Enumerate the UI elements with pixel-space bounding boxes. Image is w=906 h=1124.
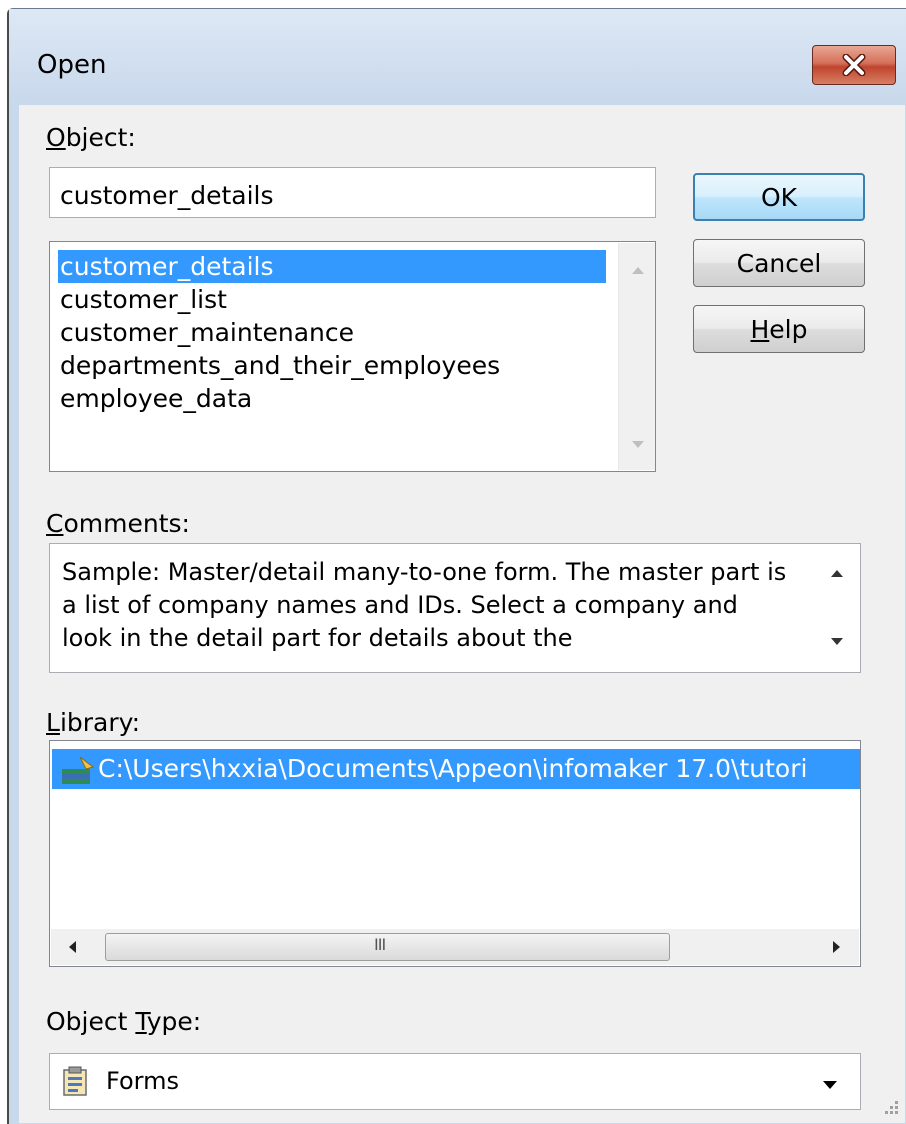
list-item[interactable]: customer_details — [58, 250, 606, 283]
scroll-down-icon[interactable] — [632, 441, 644, 448]
list-item[interactable]: employee_data — [58, 382, 252, 415]
dialog-window: Open Object: customer_details customer_d… — [7, 8, 906, 1124]
scroll-grip: III — [374, 935, 386, 954]
list-item[interactable]: customer_list — [58, 283, 227, 316]
object-type-value: Forms — [106, 1067, 179, 1095]
dialog-client-area: Object: customer_details customer_detail… — [19, 105, 905, 1123]
close-icon — [842, 54, 866, 76]
comments-box[interactable]: Sample: Master/detail many-to-one form. … — [49, 543, 861, 673]
list-item[interactable]: departments_and_their_employees — [58, 349, 500, 382]
cancel-button[interactable]: Cancel — [693, 239, 865, 287]
title-bar[interactable]: Open — [9, 9, 906, 99]
chevron-down-icon[interactable] — [823, 1081, 837, 1089]
object-list-scrollbar[interactable] — [618, 243, 655, 470]
library-path: C:\Users\hxxia\Documents\Appeon\infomake… — [98, 754, 808, 783]
scroll-up-icon[interactable] — [632, 267, 644, 274]
comments-text: Sample: Master/detail many-to-one form. … — [62, 558, 787, 652]
close-button[interactable] — [812, 45, 896, 85]
object-name-value: customer_details — [60, 181, 274, 210]
object-list[interactable]: customer_details customer_list customer_… — [49, 241, 656, 472]
forms-icon — [63, 1066, 87, 1096]
ok-button[interactable]: OK — [693, 173, 865, 221]
object-type-dropdown[interactable]: Forms — [49, 1053, 861, 1110]
library-list[interactable]: C:\Users\hxxia\Documents\Appeon\infomake… — [49, 740, 861, 967]
object-label: Object: — [46, 123, 136, 152]
library-label: Library: — [46, 708, 141, 737]
scroll-thumb[interactable]: III — [105, 933, 670, 961]
comments-label: Comments: — [46, 509, 190, 538]
object-type-label: Object Type: — [46, 1007, 202, 1036]
resize-grip-icon[interactable] — [881, 1097, 901, 1117]
scroll-down-icon[interactable] — [831, 638, 843, 645]
scroll-left-icon[interactable] — [69, 941, 76, 953]
library-icon — [62, 756, 95, 784]
help-button[interactable]: Help — [693, 305, 865, 353]
list-item[interactable]: customer_maintenance — [58, 316, 354, 349]
window-title: Open — [37, 50, 107, 80]
library-hscrollbar[interactable]: III — [51, 929, 859, 965]
object-name-input[interactable]: customer_details — [49, 167, 656, 218]
scroll-up-icon[interactable] — [831, 570, 843, 577]
library-item[interactable]: C:\Users\hxxia\Documents\Appeon\infomake… — [52, 749, 860, 789]
scroll-right-icon[interactable] — [833, 941, 840, 953]
